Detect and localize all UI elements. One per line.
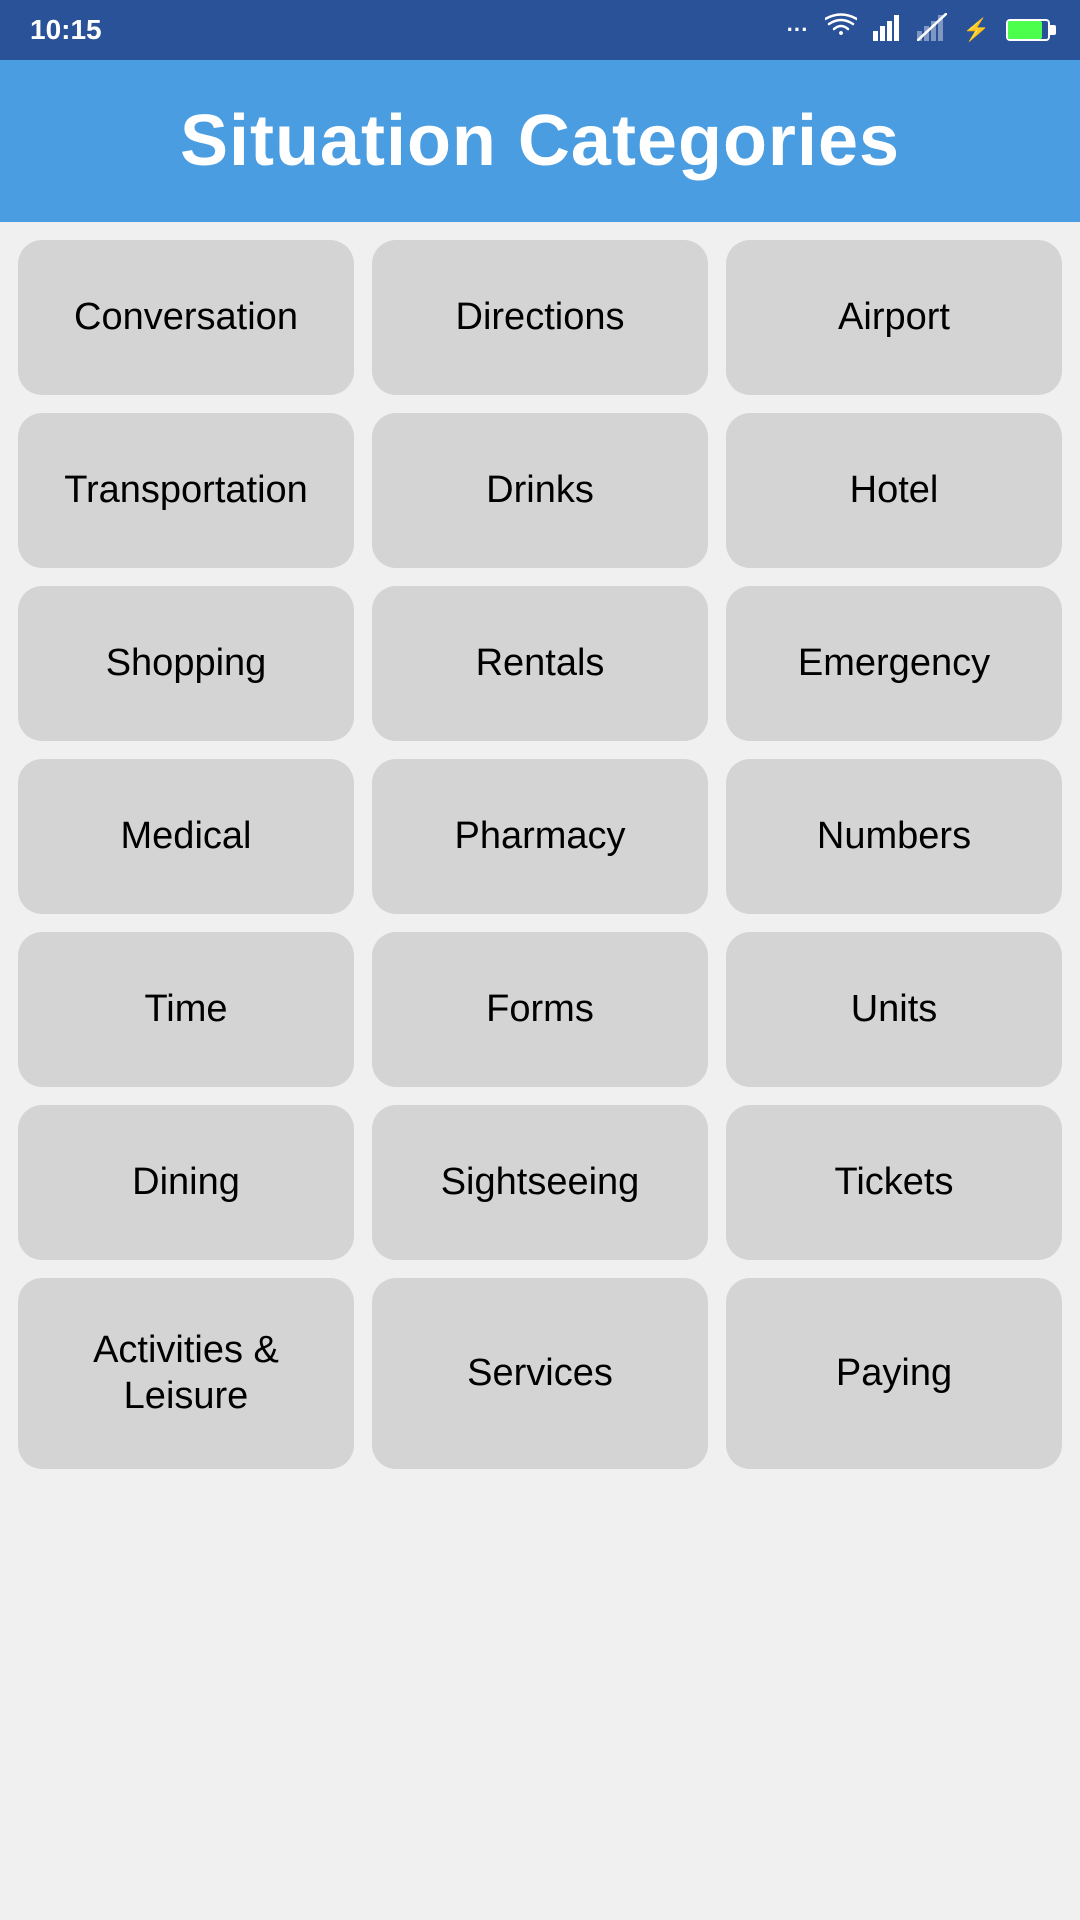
category-button-sightseeing[interactable]: Sightseeing bbox=[372, 1105, 708, 1260]
page-title: Situation Categories bbox=[20, 100, 1060, 182]
wifi-icon bbox=[825, 13, 857, 47]
category-button-numbers[interactable]: Numbers bbox=[726, 759, 1062, 914]
category-button-forms[interactable]: Forms bbox=[372, 932, 708, 1087]
category-button-airport[interactable]: Airport bbox=[726, 240, 1062, 395]
category-button-transportation[interactable]: Transportation bbox=[18, 413, 354, 568]
no-signal-icon bbox=[917, 13, 947, 47]
category-button-conversation[interactable]: Conversation bbox=[18, 240, 354, 395]
category-button-emergency[interactable]: Emergency bbox=[726, 586, 1062, 741]
category-button-hotel[interactable]: Hotel bbox=[726, 413, 1062, 568]
battery-icon bbox=[1006, 19, 1050, 41]
category-button-drinks[interactable]: Drinks bbox=[372, 413, 708, 568]
category-button-units[interactable]: Units bbox=[726, 932, 1062, 1087]
category-button-rentals[interactable]: Rentals bbox=[372, 586, 708, 741]
status-time: 10:15 bbox=[30, 14, 102, 46]
category-button-pharmacy[interactable]: Pharmacy bbox=[372, 759, 708, 914]
category-button-paying[interactable]: Paying bbox=[726, 1278, 1062, 1469]
dots-icon: ··· bbox=[787, 17, 809, 43]
status-bar: 10:15 ··· bbox=[0, 0, 1080, 60]
app-header: Situation Categories bbox=[0, 60, 1080, 222]
category-button-activities-leisure[interactable]: Activities &Leisure bbox=[18, 1278, 354, 1469]
status-icons: ··· bbox=[787, 13, 1050, 47]
signal-icon bbox=[873, 13, 901, 47]
category-button-medical[interactable]: Medical bbox=[18, 759, 354, 914]
category-button-services[interactable]: Services bbox=[372, 1278, 708, 1469]
charging-icon: ⚡ bbox=[963, 17, 990, 43]
category-button-tickets[interactable]: Tickets bbox=[726, 1105, 1062, 1260]
category-button-time[interactable]: Time bbox=[18, 932, 354, 1087]
category-button-dining[interactable]: Dining bbox=[18, 1105, 354, 1260]
category-button-directions[interactable]: Directions bbox=[372, 240, 708, 395]
categories-grid: ConversationDirectionsAirport Transportat… bbox=[0, 222, 1080, 1487]
category-button-shopping[interactable]: Shopping bbox=[18, 586, 354, 741]
